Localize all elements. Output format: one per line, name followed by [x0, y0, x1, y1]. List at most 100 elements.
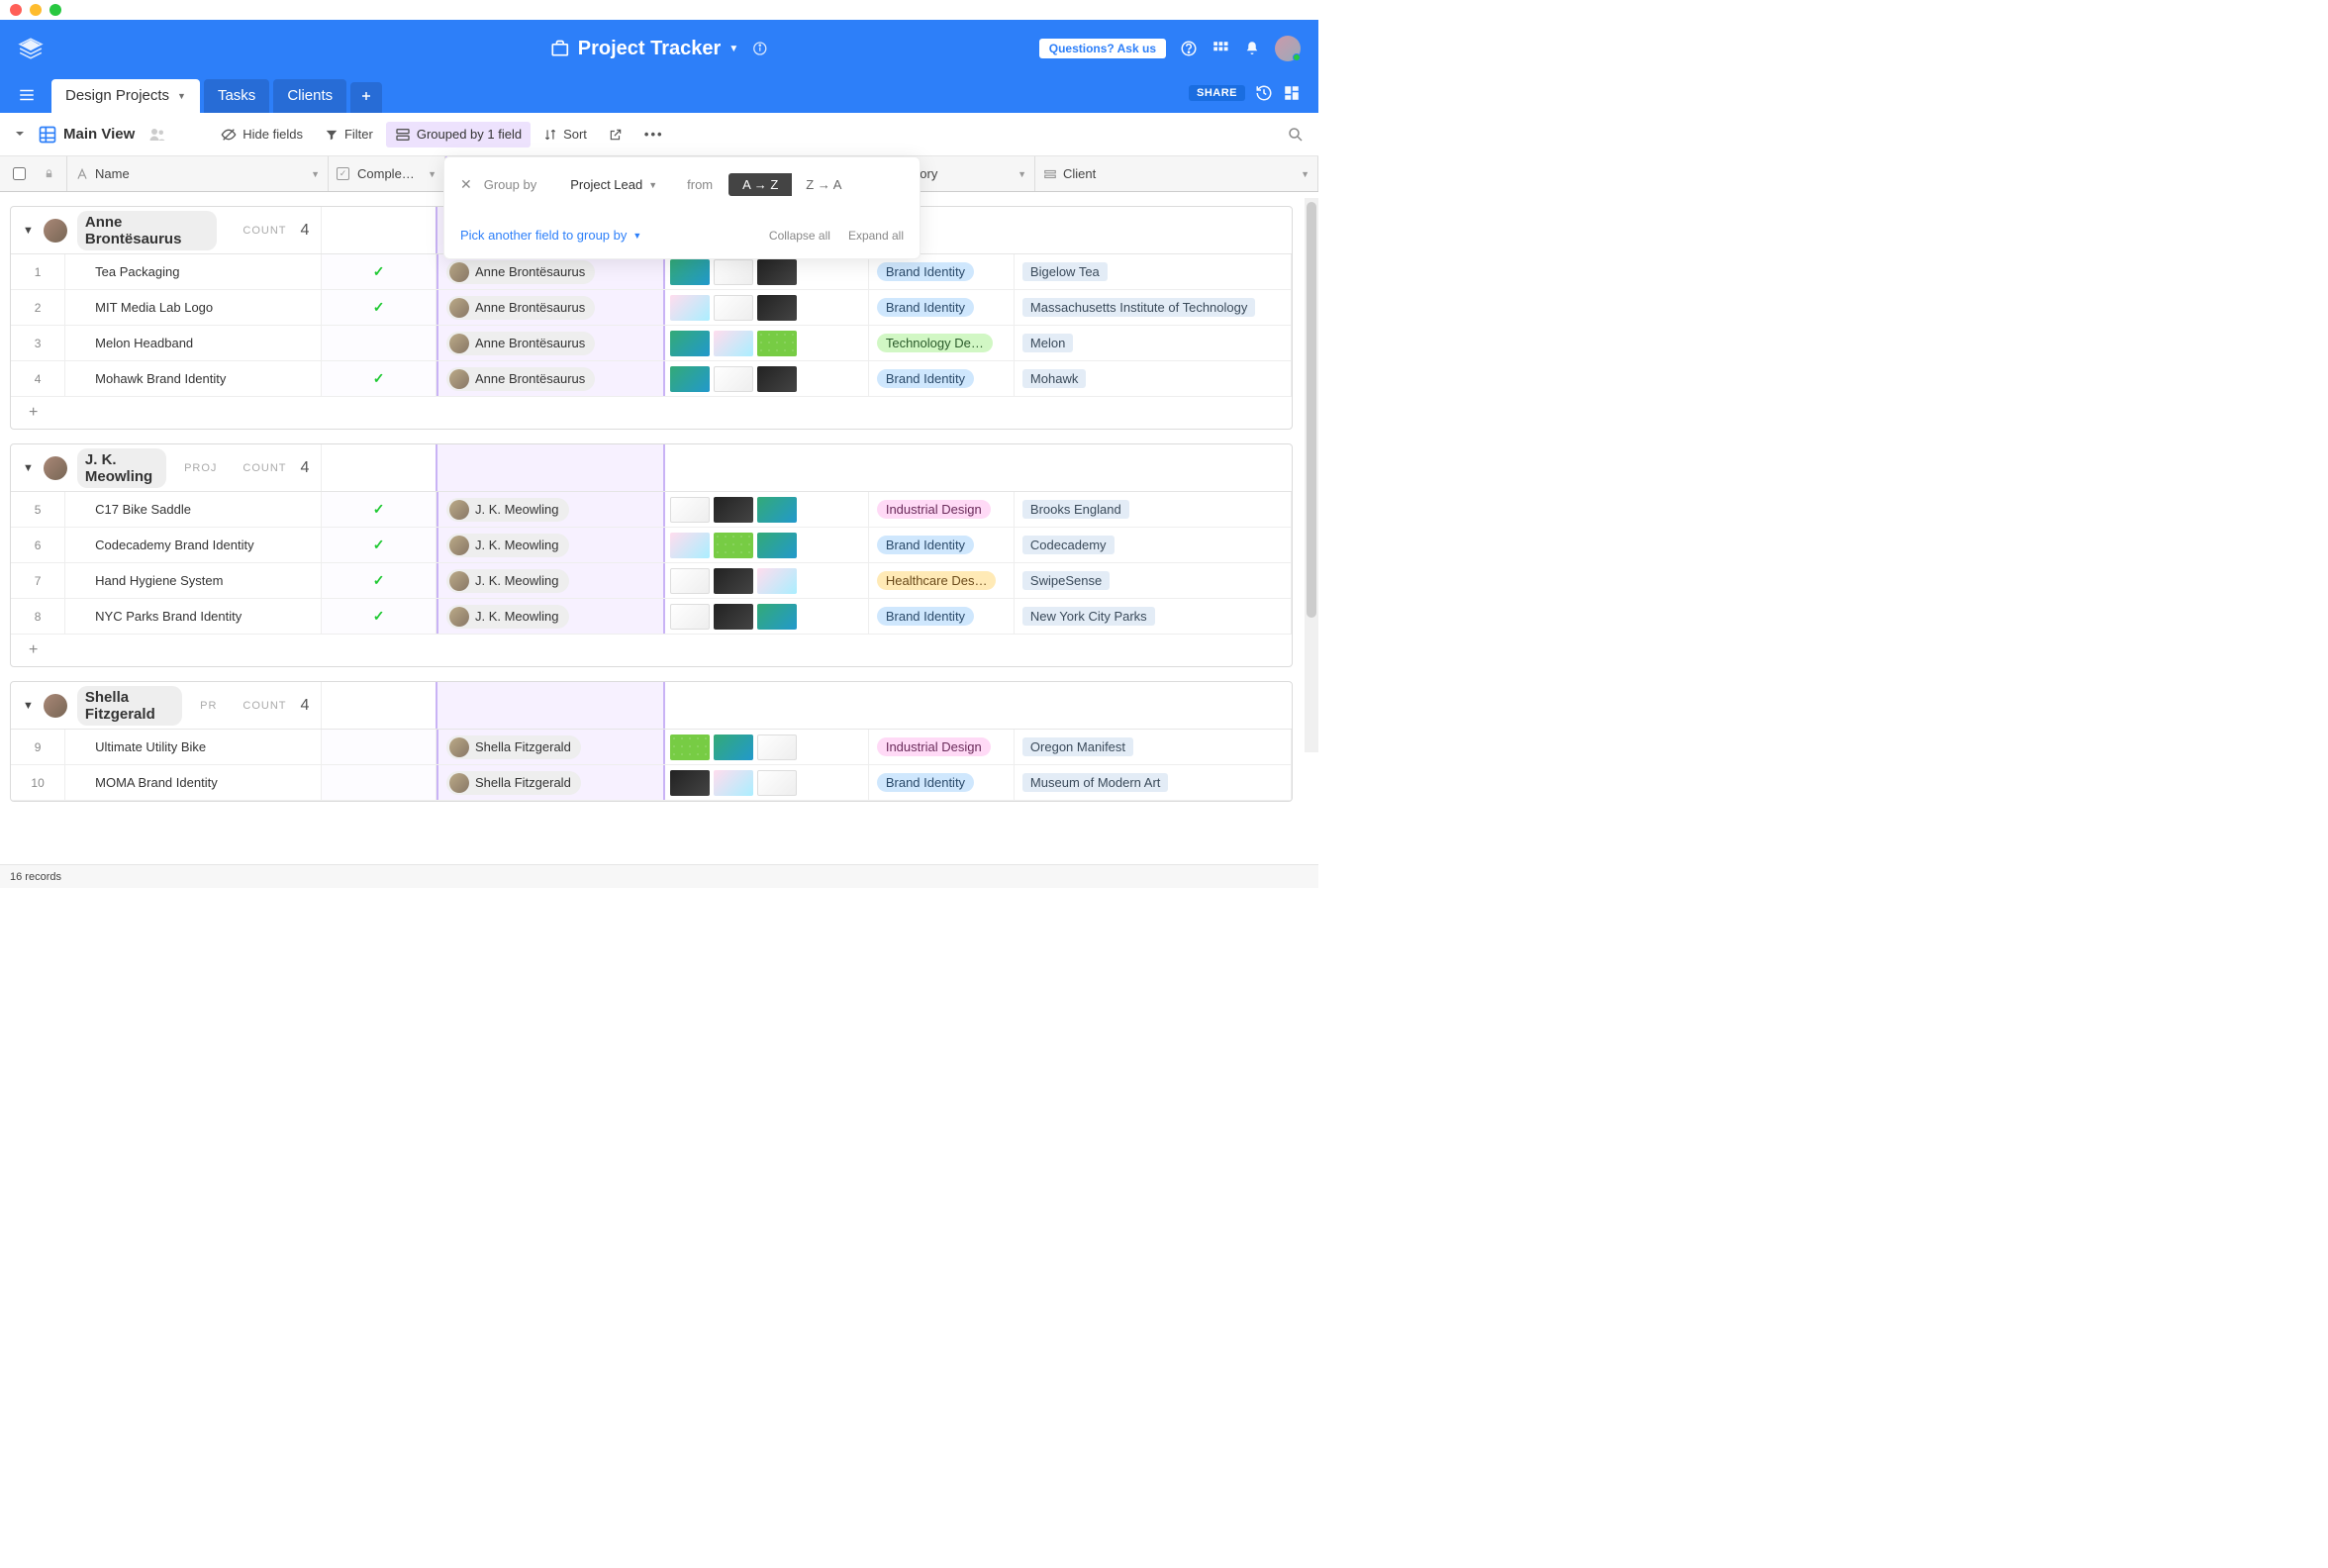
attachment-thumbnail[interactable]: [670, 735, 710, 760]
attachment-thumbnail[interactable]: [757, 497, 797, 523]
attachment-thumbnail[interactable]: [757, 259, 797, 285]
share-view-button[interactable]: [600, 122, 631, 147]
column-header-name[interactable]: Name ▼: [67, 156, 329, 191]
cell-category[interactable]: Brand Identity: [869, 765, 1015, 800]
cell-name[interactable]: Codecademy Brand Identity: [65, 528, 322, 562]
row-number[interactable]: 8: [11, 599, 65, 634]
table-row[interactable]: 2 MIT Media Lab Logo ✓ Anne Brontësaurus…: [11, 290, 1292, 326]
window-close-button[interactable]: [10, 4, 22, 16]
cell-client[interactable]: SwipeSense: [1015, 563, 1292, 598]
table-row[interactable]: 7 Hand Hygiene System ✓ J. K. Meowling H…: [11, 563, 1292, 599]
cell-complete[interactable]: ✓: [322, 563, 436, 598]
row-number[interactable]: 1: [11, 254, 65, 289]
cell-complete[interactable]: ✓: [322, 599, 436, 634]
scrollbar-thumb[interactable]: [1307, 202, 1316, 618]
client-link[interactable]: SwipeSense: [1022, 571, 1110, 590]
cell-client[interactable]: Bigelow Tea: [1015, 254, 1292, 289]
sort-asc-button[interactable]: A → Z: [728, 173, 792, 196]
row-number[interactable]: 6: [11, 528, 65, 562]
table-tab-design-projects[interactable]: Design Projects ▼: [51, 79, 200, 113]
cell-category[interactable]: Industrial Design: [869, 492, 1015, 527]
cell-category[interactable]: Brand Identity: [869, 254, 1015, 289]
cell-project-lead[interactable]: J. K. Meowling: [436, 528, 665, 562]
attachment-thumbnail[interactable]: [714, 568, 753, 594]
attachment-thumbnail[interactable]: [670, 295, 710, 321]
cell-name[interactable]: Hand Hygiene System: [65, 563, 322, 598]
attachment-thumbnail[interactable]: [757, 533, 797, 558]
cell-name[interactable]: Melon Headband: [65, 326, 322, 360]
cell-attachments[interactable]: [665, 563, 869, 598]
cell-complete[interactable]: ✓: [322, 528, 436, 562]
cell-project-lead[interactable]: J. K. Meowling: [436, 599, 665, 634]
collaborator-pill[interactable]: J. K. Meowling: [446, 605, 569, 629]
add-record-button[interactable]: +: [11, 635, 1292, 666]
table-row[interactable]: 9 Ultimate Utility Bike Shella Fitzgeral…: [11, 730, 1292, 765]
column-menu-caret-icon[interactable]: ▼: [1301, 169, 1310, 179]
table-row[interactable]: 5 C17 Bike Saddle ✓ J. K. Meowling Indus…: [11, 492, 1292, 528]
client-link[interactable]: Bigelow Tea: [1022, 262, 1108, 281]
cell-category[interactable]: Brand Identity: [869, 528, 1015, 562]
collaborator-pill[interactable]: Anne Brontësaurus: [446, 296, 595, 320]
cell-attachments[interactable]: [665, 765, 869, 800]
client-link[interactable]: Massachusetts Institute of Technology: [1022, 298, 1255, 317]
share-button[interactable]: SHARE: [1189, 85, 1245, 101]
collaborator-pill[interactable]: Shella Fitzgerald: [446, 735, 581, 759]
attachment-thumbnail[interactable]: [670, 259, 710, 285]
attachment-thumbnail[interactable]: [714, 735, 753, 760]
cell-name[interactable]: Mohawk Brand Identity: [65, 361, 322, 396]
column-menu-caret-icon[interactable]: ▼: [1018, 169, 1026, 179]
client-link[interactable]: Brooks England: [1022, 500, 1129, 519]
table-row[interactable]: 4 Mohawk Brand Identity ✓ Anne Brontësau…: [11, 361, 1292, 397]
table-row[interactable]: 6 Codecademy Brand Identity ✓ J. K. Meow…: [11, 528, 1292, 563]
search-icon[interactable]: [1287, 126, 1305, 144]
cell-category[interactable]: Healthcare Des…: [869, 563, 1015, 598]
views-sidebar-toggle-icon[interactable]: [14, 129, 26, 141]
cell-complete[interactable]: ✓: [322, 492, 436, 527]
cell-client[interactable]: Massachusetts Institute of Technology: [1015, 290, 1292, 325]
attachment-thumbnail[interactable]: [757, 735, 797, 760]
group-field-select[interactable]: Project Lead ▼: [570, 177, 657, 192]
collaborator-pill[interactable]: Anne Brontësaurus: [446, 260, 595, 284]
attachment-thumbnail[interactable]: [757, 568, 797, 594]
collaborator-pill[interactable]: J. K. Meowling: [446, 534, 569, 557]
more-options-button[interactable]: •••: [635, 122, 673, 147]
attachment-thumbnail[interactable]: [714, 366, 753, 392]
questions-button[interactable]: Questions? Ask us: [1039, 39, 1166, 58]
cell-name[interactable]: NYC Parks Brand Identity: [65, 599, 322, 634]
column-header-complete[interactable]: ✓ Comple… ▼: [329, 156, 445, 191]
table-body[interactable]: ▼ Anne Brontësaurus COUNT 4 1 Tea Packag…: [0, 192, 1318, 871]
cell-name[interactable]: Ultimate Utility Bike: [65, 730, 322, 764]
apps-grid-icon[interactable]: [1212, 40, 1229, 57]
filter-button[interactable]: Filter: [316, 122, 382, 147]
view-name[interactable]: Main View: [63, 126, 135, 143]
table-row[interactable]: 10 MOMA Brand Identity Shella Fitzgerald…: [11, 765, 1292, 801]
cell-attachments[interactable]: [665, 492, 869, 527]
add-record-button[interactable]: +: [11, 397, 1292, 429]
cell-project-lead[interactable]: Anne Brontësaurus: [436, 361, 665, 396]
group-collapse-toggle[interactable]: ▼: [23, 700, 34, 712]
base-title-caret-icon[interactable]: ▼: [728, 44, 738, 54]
cell-project-lead[interactable]: Anne Brontësaurus: [436, 326, 665, 360]
client-link[interactable]: Mohawk: [1022, 369, 1086, 388]
cell-attachments[interactable]: [665, 254, 869, 289]
cell-project-lead[interactable]: Anne Brontësaurus: [436, 254, 665, 289]
group-header[interactable]: ▼ Shella Fitzgerald PR COUNT 4: [11, 682, 321, 729]
cell-name[interactable]: MOMA Brand Identity: [65, 765, 322, 800]
attachment-thumbnail[interactable]: [670, 770, 710, 796]
collaborator-pill[interactable]: J. K. Meowling: [446, 498, 569, 522]
row-number[interactable]: 4: [11, 361, 65, 396]
cell-attachments[interactable]: [665, 730, 869, 764]
attachment-thumbnail[interactable]: [670, 366, 710, 392]
attachment-thumbnail[interactable]: [670, 497, 710, 523]
cell-client[interactable]: Codecademy: [1015, 528, 1292, 562]
cell-complete[interactable]: [322, 730, 436, 764]
attachment-thumbnail[interactable]: [670, 604, 710, 630]
group-collapse-toggle[interactable]: ▼: [23, 225, 34, 237]
cell-attachments[interactable]: [665, 361, 869, 396]
cell-attachments[interactable]: [665, 326, 869, 360]
tab-caret-icon[interactable]: ▼: [177, 91, 186, 101]
attachment-thumbnail[interactable]: [757, 604, 797, 630]
cell-category[interactable]: Brand Identity: [869, 290, 1015, 325]
attachment-thumbnail[interactable]: [714, 497, 753, 523]
cell-client[interactable]: New York City Parks: [1015, 599, 1292, 634]
